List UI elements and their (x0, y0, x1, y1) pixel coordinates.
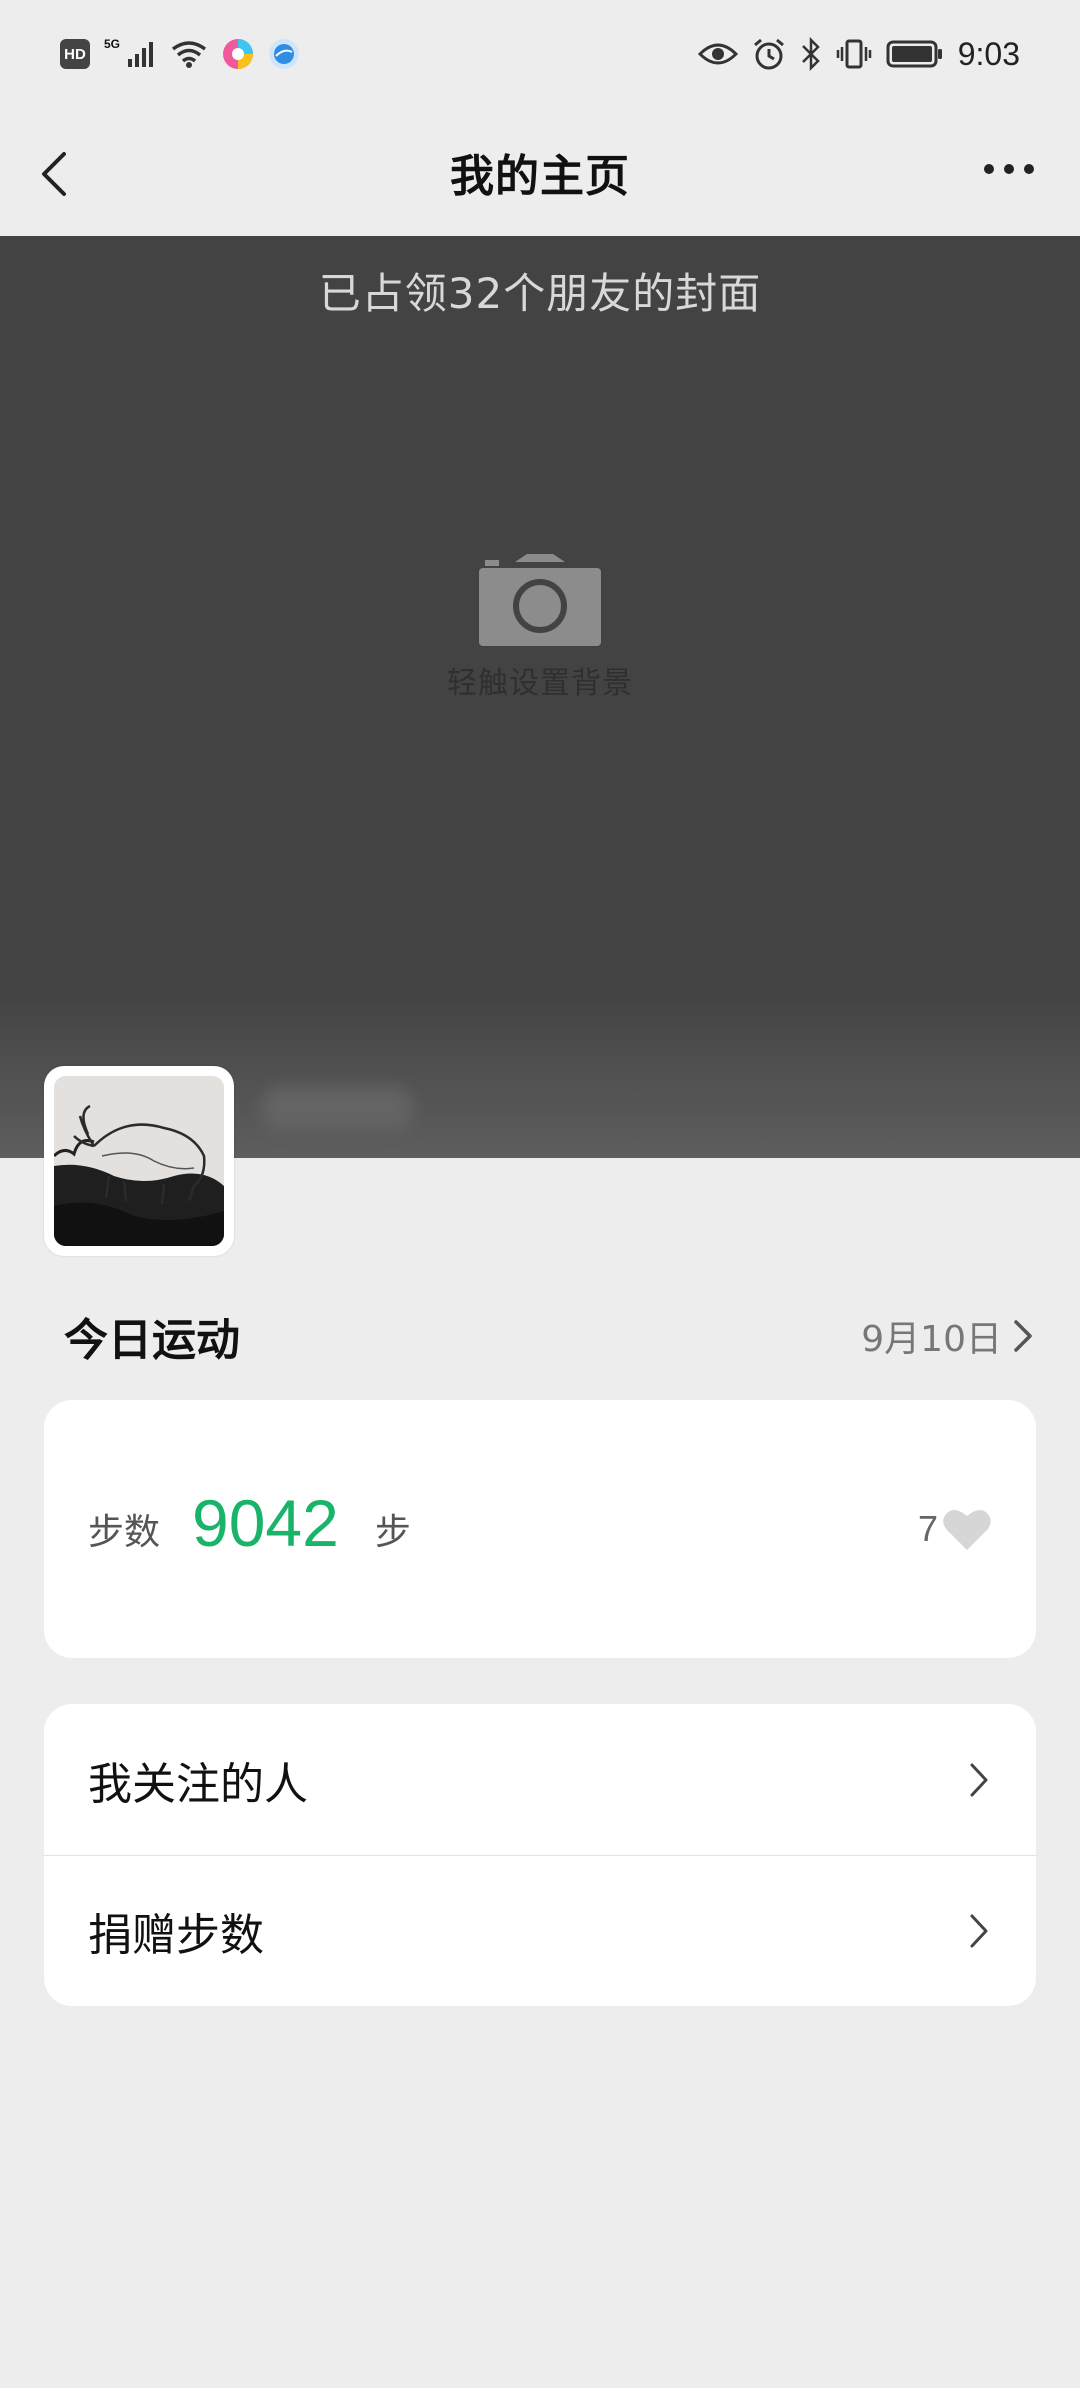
status-bar-right: 9:03 (697, 35, 1020, 73)
nav-bar: 我的主页 (0, 108, 1080, 236)
step-card[interactable]: 步数 9042 步 7 (44, 1400, 1036, 1658)
set-background-button[interactable]: 轻触设置背景 (0, 554, 1080, 702)
alarm-icon (753, 38, 784, 70)
blurred-nickname (262, 1086, 412, 1130)
status-bar: HD 5G 9:03 (0, 0, 1080, 108)
back-icon[interactable] (36, 148, 76, 200)
network-type: 5G (104, 37, 121, 51)
date-selector[interactable]: 9月10日 (861, 1310, 1034, 1362)
clock: 9:03 (957, 35, 1020, 72)
signal-icon (128, 42, 154, 67)
status-bar-left: HD 5G (60, 37, 300, 70)
hd-badge: HD (60, 39, 90, 69)
battery-icon (886, 40, 942, 68)
more-options-icon[interactable] (984, 164, 1034, 174)
menu-item-label: 我关注的人 (88, 1758, 308, 1810)
camera-icon (479, 554, 601, 646)
step-row: 步数 9042 步 7 (88, 1400, 992, 1658)
cover-caption: 已占领32个朋友的封面 (318, 269, 762, 318)
menu-item-label: 捐赠步数 (88, 1910, 264, 1961)
step-unit: 步 (374, 1512, 411, 1553)
browser-notification-icon (269, 39, 300, 69)
app-notification-icon (223, 39, 254, 69)
wifi-icon (171, 41, 207, 68)
menu-card: 我关注的人 捐赠步数 (44, 1704, 1036, 2006)
set-background-hint: 轻触设置背景 (447, 666, 633, 701)
menu-item-following[interactable]: 我关注的人 (44, 1704, 1036, 1855)
page-title: 我的主页 (450, 151, 630, 202)
eye-comfort-icon (697, 43, 738, 65)
date-label: 9月10日 (861, 1319, 1002, 1360)
today-header: 今日运动 9月10日 (0, 1296, 1080, 1376)
step-label: 步数 (88, 1512, 161, 1553)
avatar[interactable] (44, 1066, 234, 1256)
vibrate-icon (836, 39, 871, 69)
chevron-right-icon (970, 1763, 988, 1796)
step-count: 9042 (192, 1486, 339, 1560)
like-button[interactable]: 7 (918, 1506, 992, 1552)
heart-icon (943, 1509, 991, 1550)
chevron-right-icon (1014, 1320, 1032, 1352)
bluetooth-icon (801, 37, 820, 71)
cover-background[interactable]: 已占领32个朋友的封面 轻触设置背景 (0, 236, 1080, 1158)
menu-item-donate-steps[interactable]: 捐赠步数 (44, 1855, 1036, 2006)
chevron-right-icon (970, 1914, 988, 1948)
avatar-image (54, 1076, 224, 1246)
today-title: 今日运动 (64, 1315, 240, 1366)
like-count: 7 (917, 1508, 938, 1549)
